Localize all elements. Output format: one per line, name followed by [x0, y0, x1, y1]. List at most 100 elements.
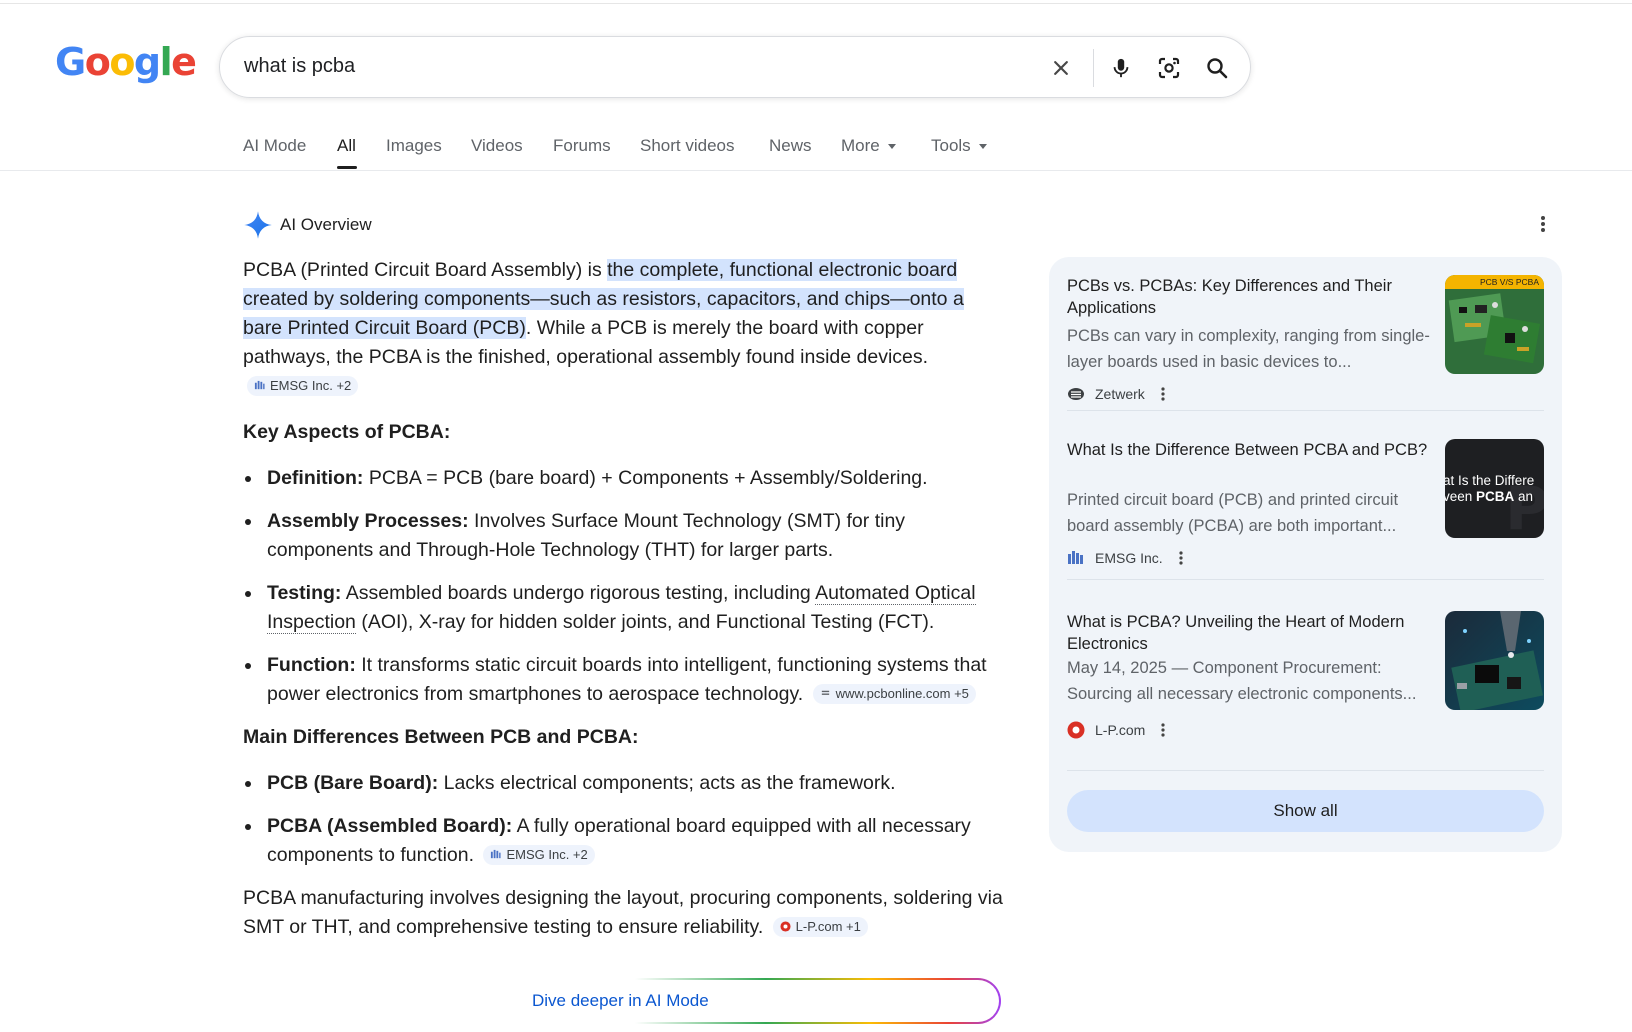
- search-box[interactable]: what is pcba: [219, 36, 1251, 98]
- source-card[interactable]: What Is the Difference Between PCBA and …: [1067, 421, 1544, 591]
- sparkle-icon: [244, 211, 272, 239]
- closing-text: PCBA manufacturing involves designing th…: [243, 887, 1003, 938]
- pcbonline-icon: [821, 690, 829, 695]
- source-site: L-P.com: [1067, 721, 1165, 739]
- chevron-down-icon: [978, 144, 987, 150]
- source-chip-label: www.pcbonline.com +5: [835, 686, 969, 701]
- tabs-divider: [0, 170, 1632, 171]
- clear-search-icon[interactable]: [1046, 53, 1076, 83]
- source-site-name: EMSG Inc.: [1095, 550, 1163, 566]
- ai-overview-content: PCBA (Printed Circuit Board Assembly) is…: [243, 256, 1005, 942]
- item-text: Assembled boards undergo rigorous testin…: [341, 582, 816, 604]
- tab-tools[interactable]: Tools: [931, 136, 987, 156]
- intro-paragraph: PCBA (Printed Circuit Board Assembly) is…: [243, 256, 1005, 401]
- chevron-down-icon: [887, 144, 896, 150]
- thumbnail-text: an: [1514, 489, 1533, 504]
- item-term: PCBA (Assembled Board):: [267, 815, 513, 837]
- active-tab-indicator: [337, 166, 357, 169]
- source-chip[interactable]: www.pcbonline.com +5: [812, 684, 976, 704]
- list-item: Assembly Processes: Involves Surface Mou…: [243, 507, 1005, 565]
- source-site: Zetwerk: [1067, 385, 1165, 403]
- item-text: Lacks electrical components; acts as the…: [438, 772, 896, 794]
- list-item: Function: It transforms static circuit b…: [243, 651, 1005, 709]
- source-title[interactable]: What Is the Difference Between PCBA and …: [1067, 439, 1429, 461]
- lens-camera-icon[interactable]: [1154, 53, 1184, 83]
- source-chip[interactable]: EMSG Inc. +2: [247, 376, 359, 396]
- source-thumbnail[interactable]: PC at Is the Differe veen PCBA an: [1445, 439, 1544, 538]
- tab-news[interactable]: News: [769, 136, 812, 156]
- google-logo[interactable]: Google: [55, 40, 197, 84]
- list-item: Testing: Assembled boards undergo rigoro…: [243, 579, 1005, 637]
- key-aspects-list: Definition: PCBA = PCB (bare board) + Co…: [243, 464, 1005, 709]
- ai-overview-label: AI Overview: [280, 215, 372, 234]
- item-term: Assembly Processes:: [267, 510, 469, 532]
- source-snippet: Printed circuit board (PCB) and printed …: [1067, 491, 1399, 535]
- sources-panel: PCBs vs. PCBAs: Key Differences and Thei…: [1049, 257, 1562, 852]
- source-thumbnail[interactable]: [1445, 611, 1544, 710]
- more-options-icon[interactable]: [1161, 386, 1165, 402]
- search-divider: [1093, 49, 1094, 87]
- source-title[interactable]: What is PCBA? Unveiling the Heart of Mod…: [1067, 611, 1429, 655]
- svg-text:veen PCBA an: veen PCBA an: [1445, 489, 1533, 504]
- tab-tools-label: Tools: [931, 136, 971, 155]
- source-thumbnail[interactable]: PCB V/S PCBA: [1445, 275, 1544, 374]
- item-term: Testing:: [267, 582, 342, 604]
- lp-logo-icon: [780, 921, 791, 932]
- logo-letter: G: [55, 40, 86, 84]
- list-item: PCBA (Assembled Board): A fully operatio…: [243, 812, 1005, 870]
- thumbnail-label: PCB V/S PCBA: [1480, 277, 1539, 287]
- source-card[interactable]: What is PCBA? Unveiling the Heart of Mod…: [1067, 593, 1544, 763]
- source-card[interactable]: PCBs vs. PCBAs: Key Differences and Thei…: [1067, 257, 1544, 427]
- search-icon[interactable]: [1202, 53, 1232, 83]
- logo-letter: g: [133, 40, 161, 84]
- card-divider: [1067, 770, 1544, 771]
- source-site-name: L-P.com: [1095, 722, 1146, 738]
- ai-overview-header: AI Overview: [243, 210, 372, 240]
- source-chip[interactable]: L-P.com +1: [772, 917, 868, 937]
- key-aspects-heading: Key Aspects of PCBA:: [243, 421, 451, 443]
- microphone-icon[interactable]: [1106, 53, 1136, 83]
- source-chip[interactable]: EMSG Inc. +2: [483, 845, 595, 865]
- source-site-name: Zetwerk: [1095, 386, 1145, 402]
- thumbnail-text: veen: [1445, 489, 1476, 504]
- list-item: Definition: PCBA = PCB (bare board) + Co…: [243, 464, 1005, 493]
- tab-more[interactable]: More: [841, 136, 896, 156]
- emsg-logo-icon: [491, 849, 502, 859]
- card-divider: [1067, 579, 1544, 580]
- search-input[interactable]: what is pcba: [244, 55, 355, 78]
- tab-more-label: More: [841, 136, 880, 155]
- logo-letter: e: [171, 40, 197, 84]
- lp-logo-icon: [1067, 721, 1085, 739]
- source-chip-label: EMSG Inc. +2: [270, 378, 352, 393]
- tab-all[interactable]: All: [337, 136, 356, 156]
- differences-list: PCB (Bare Board): Lacks electrical compo…: [243, 769, 1005, 870]
- logo-letter: o: [109, 40, 135, 84]
- top-border: [0, 0, 1632, 4]
- differences-heading: Main Differences Between PCB and PCBA:: [243, 726, 639, 748]
- tab-images[interactable]: Images: [386, 136, 442, 156]
- item-term: Definition:: [267, 467, 364, 489]
- more-options-icon[interactable]: [1161, 722, 1165, 738]
- item-term: Function:: [267, 654, 356, 676]
- tab-ai-mode[interactable]: AI Mode: [243, 136, 306, 156]
- thumbnail-text: PCBA: [1476, 489, 1515, 504]
- logo-letter: o: [84, 40, 111, 84]
- dive-deeper-button[interactable]: Dive deeper in AI Mode: [478, 978, 1001, 1024]
- closing-paragraph: PCBA manufacturing involves designing th…: [243, 884, 1005, 942]
- more-options-icon[interactable]: [1540, 214, 1546, 239]
- tab-videos[interactable]: Videos: [471, 136, 523, 156]
- zetwerk-logo-icon: [1068, 388, 1084, 400]
- show-all-button[interactable]: Show all: [1067, 790, 1544, 832]
- list-item: PCB (Bare Board): Lacks electrical compo…: [243, 769, 1005, 798]
- source-chip-label: L-P.com +1: [795, 919, 861, 934]
- item-text: (AOI), X-ray for hidden solder joints, a…: [355, 611, 935, 633]
- emsg-logo-icon: [1068, 551, 1083, 564]
- tab-forums[interactable]: Forums: [553, 136, 611, 156]
- emsg-logo-icon: [254, 380, 265, 390]
- card-divider: [1067, 410, 1544, 411]
- more-options-icon[interactable]: [1179, 550, 1183, 566]
- item-text: PCBA = PCB (bare board) + Components + A…: [363, 467, 928, 489]
- tab-short-videos[interactable]: Short videos: [640, 136, 735, 156]
- source-snippet: PCBs can vary in complexity, ranging fro…: [1067, 327, 1430, 371]
- source-title[interactable]: PCBs vs. PCBAs: Key Differences and Thei…: [1067, 275, 1429, 319]
